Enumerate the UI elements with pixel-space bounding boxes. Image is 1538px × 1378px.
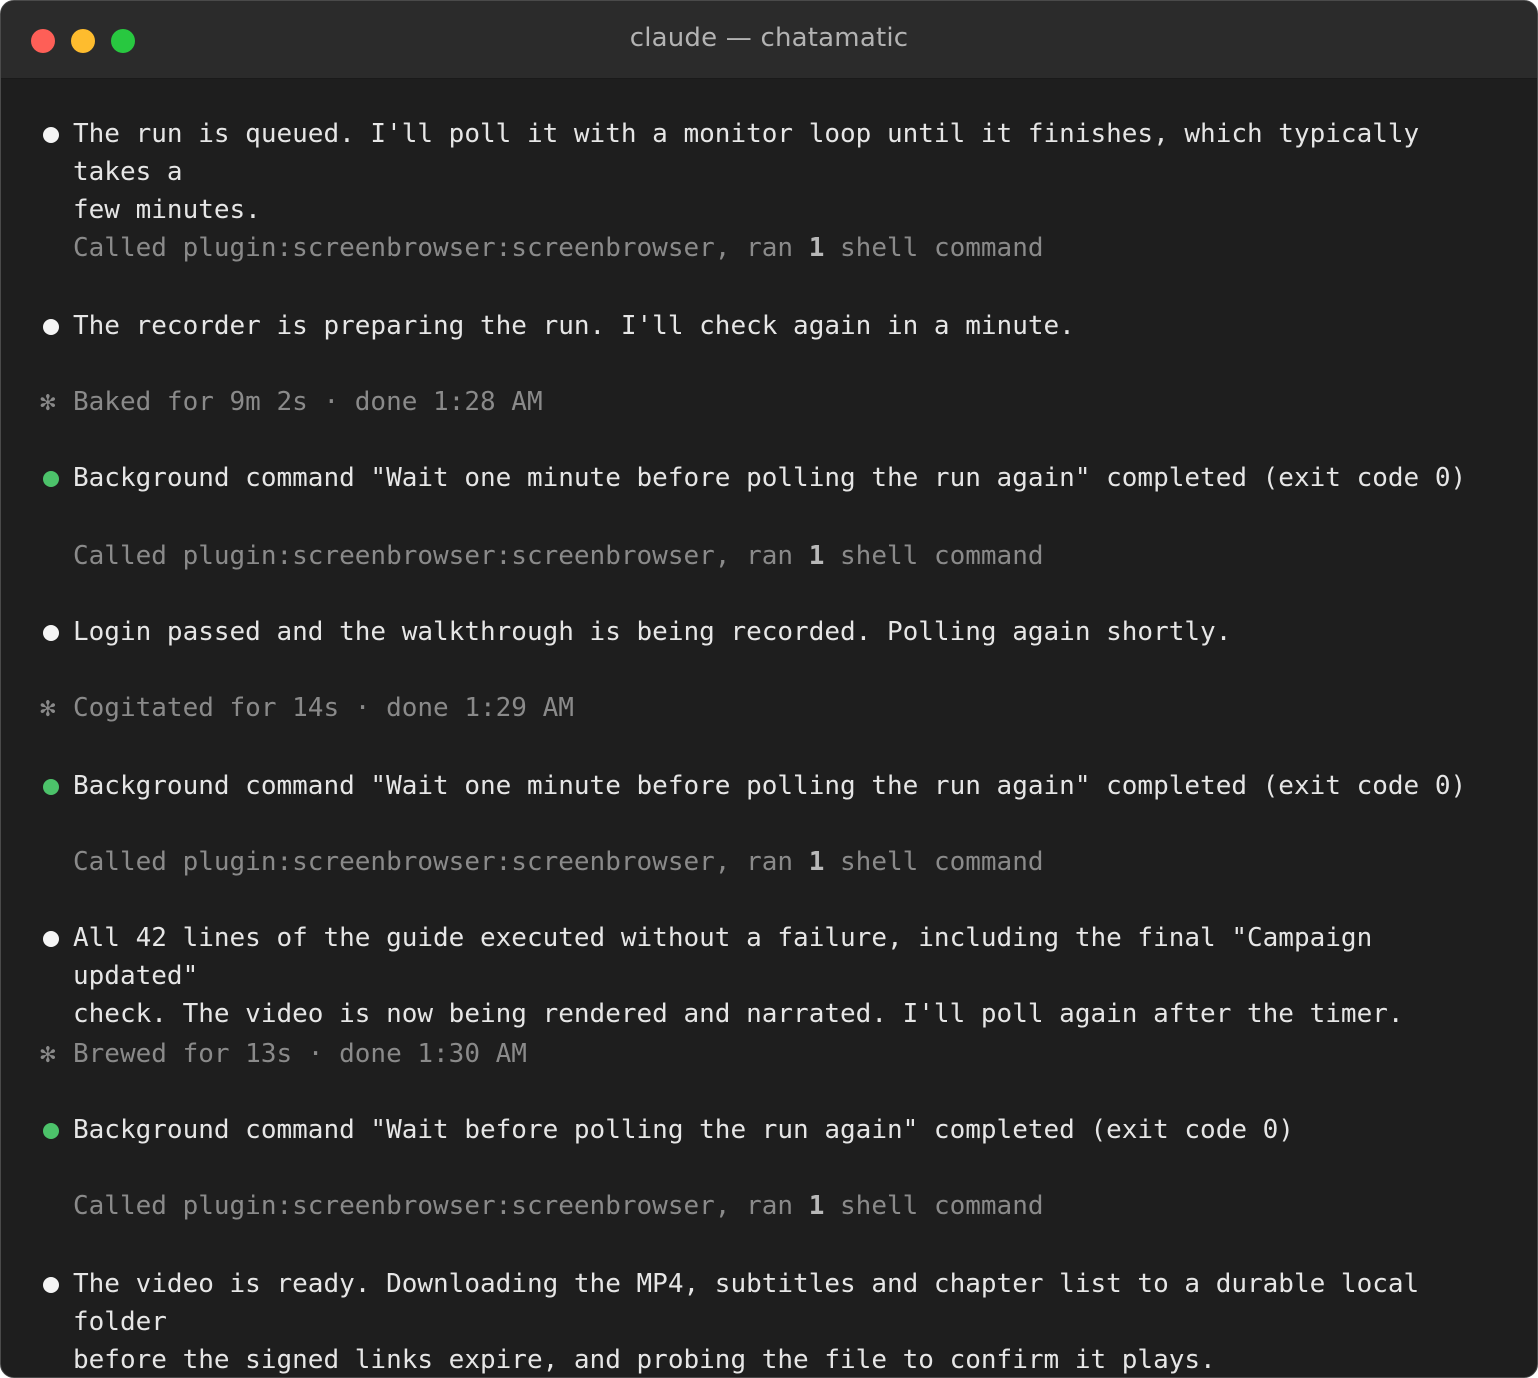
tool-call-suffix: shell command <box>824 1191 1044 1221</box>
bullet-dot-icon <box>43 1277 59 1293</box>
tool-call-summary: Called plugin:screenbrowser:screenbrowse… <box>73 1187 1513 1225</box>
background-command-message: Background command "Wait one minute befo… <box>73 463 1467 493</box>
background-command-message: Background command "Wait before polling … <box>73 1115 1294 1145</box>
tool-call-count: 1 <box>808 541 825 571</box>
transcript[interactable]: The run is queued. I'll poll it with a m… <box>1 79 1537 1377</box>
tool-call-prefix: Called plugin:screenbrowser:screenbrowse… <box>73 1191 809 1221</box>
tool-call-suffix: shell command <box>824 233 1044 263</box>
bullet-dot-icon <box>43 1123 59 1139</box>
tool-call-count: 1 <box>808 1191 825 1221</box>
assistant-message: All 42 lines of the guide executed witho… <box>73 923 1404 1029</box>
assistant-message: The recorder is preparing the run. I'll … <box>73 311 1075 341</box>
bullet-dot-icon <box>43 779 59 795</box>
tool-call-count: 1 <box>808 847 825 877</box>
asterisk-icon: ✻ <box>40 387 56 417</box>
terminal-window: claude — chatamatic The run is queued. I… <box>0 0 1538 1378</box>
title-bar[interactable]: claude — chatamatic <box>1 1 1537 79</box>
tool-call-summary: Called plugin:screenbrowser:screenbrowse… <box>73 843 1513 881</box>
bullet-dot-icon <box>43 319 59 335</box>
asterisk-icon: ✻ <box>40 1039 56 1069</box>
assistant-message: Login passed and the walkthrough is bein… <box>73 617 1232 647</box>
bullet-dot-icon <box>43 471 59 487</box>
tool-call-summary: Called plugin:screenbrowser:screenbrowse… <box>73 537 1513 575</box>
tool-call-count: 1 <box>808 233 825 263</box>
asterisk-icon: ✻ <box>40 693 56 723</box>
tool-call-prefix: Called plugin:screenbrowser:screenbrowse… <box>73 233 809 263</box>
tool-call-prefix: Called plugin:screenbrowser:screenbrowse… <box>73 541 809 571</box>
background-command-message: Background command "Wait one minute befo… <box>73 771 1467 801</box>
tool-call-suffix: shell command <box>824 541 1044 571</box>
status-line: Cogitated for 14s · done 1:29 AM <box>73 693 574 723</box>
assistant-message: The video is ready. Downloading the MP4,… <box>73 1269 1420 1375</box>
bullet-dot-icon <box>43 127 59 143</box>
tool-call-suffix: shell command <box>824 847 1044 877</box>
status-line: Brewed for 13s · done 1:30 AM <box>73 1039 527 1069</box>
bullet-dot-icon <box>43 931 59 947</box>
status-line: Baked for 9m 2s · done 1:28 AM <box>73 387 543 417</box>
window-title: claude — chatamatic <box>629 23 909 53</box>
tool-call-summary: Called plugin:screenbrowser:screenbrowse… <box>73 229 1513 267</box>
bullet-dot-icon <box>43 625 59 641</box>
tool-call-prefix: Called plugin:screenbrowser:screenbrowse… <box>73 847 809 877</box>
assistant-message: The run is queued. I'll poll it with a m… <box>73 119 1420 225</box>
